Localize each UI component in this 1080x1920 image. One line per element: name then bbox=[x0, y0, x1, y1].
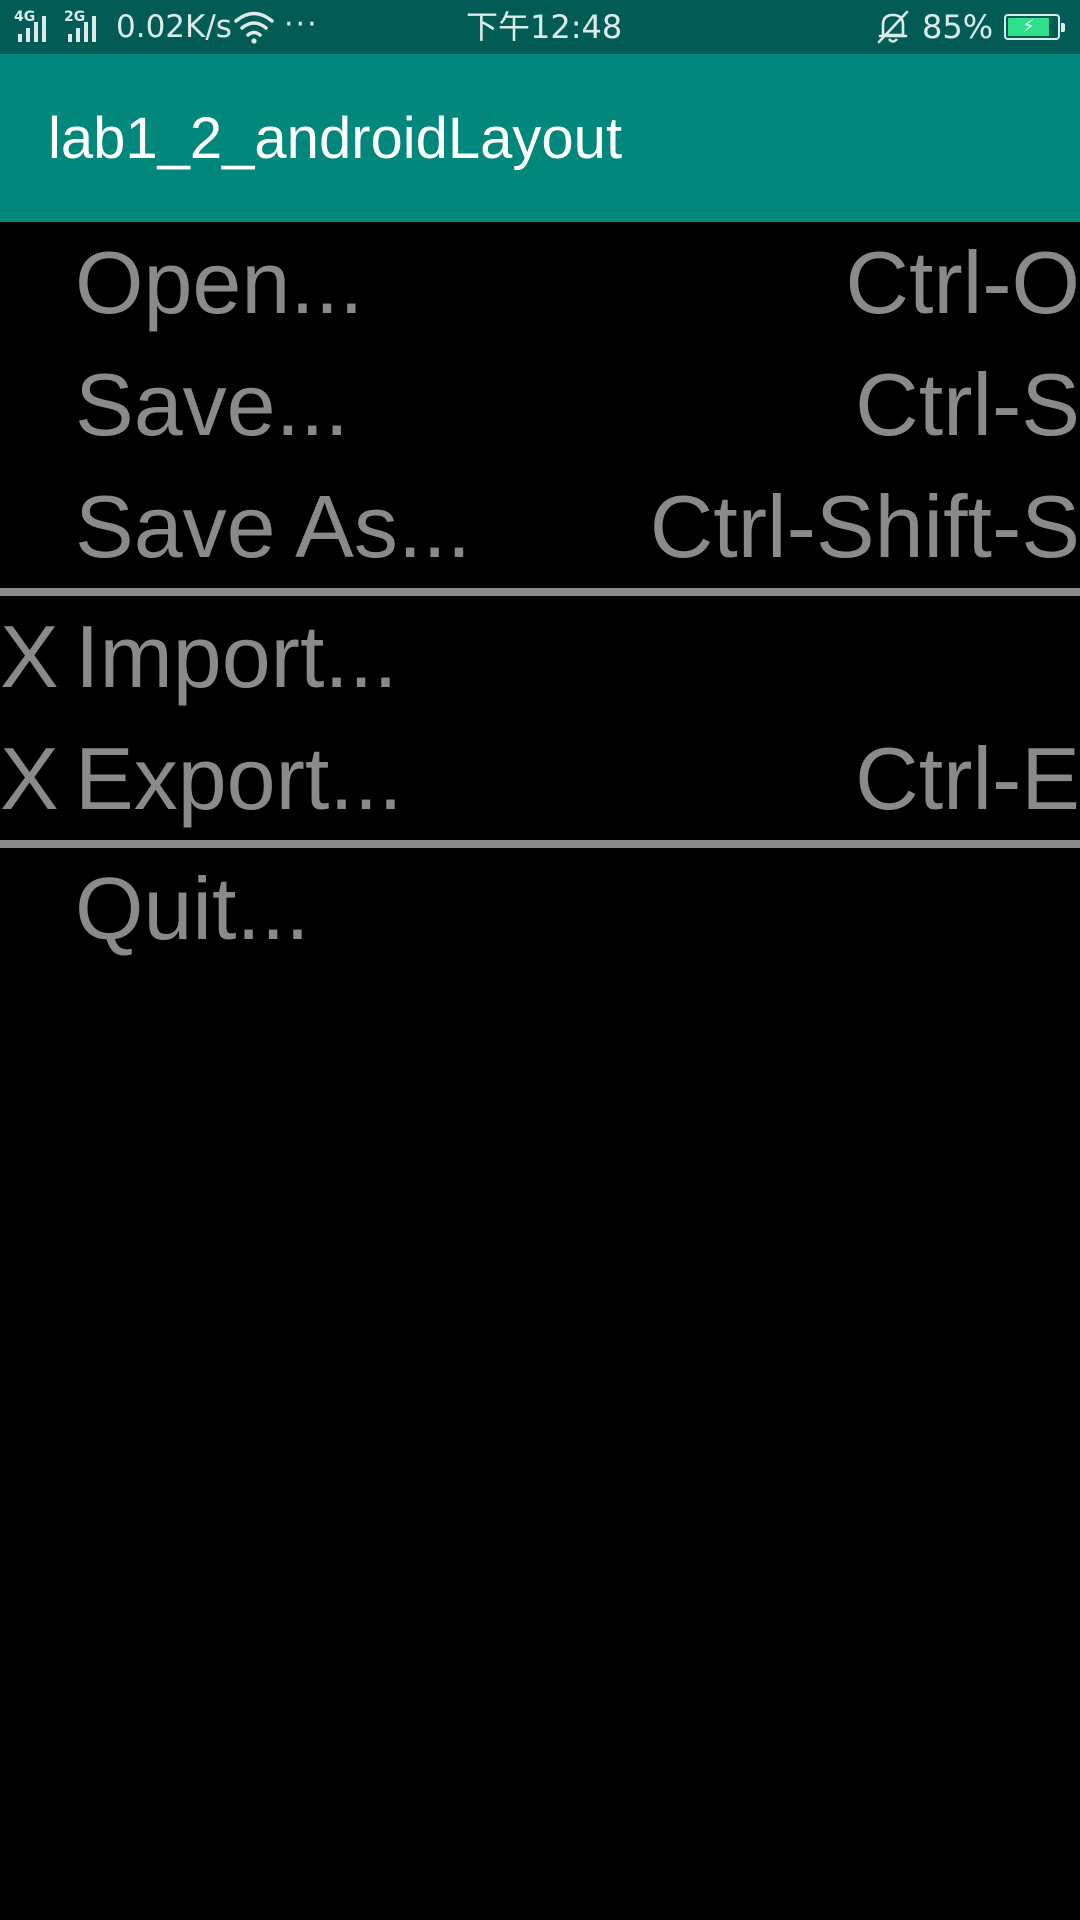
menu-item-label: Open... bbox=[75, 233, 364, 332]
app-bar: lab1_2_androidLayout bbox=[0, 54, 1080, 222]
menu-item-label: Import... bbox=[75, 607, 398, 706]
signal-icon: 4G bbox=[14, 10, 58, 42]
menu-item-save-as[interactable]: Save As... Ctrl-Shift-S bbox=[0, 466, 1080, 588]
menu-divider bbox=[0, 588, 1080, 596]
wifi-icon bbox=[234, 11, 274, 44]
menu-item-mark: X bbox=[0, 607, 59, 706]
menu-item-export[interactable]: X Export... Ctrl-E bbox=[0, 718, 1080, 840]
menu-item-import[interactable]: X Import... bbox=[0, 596, 1080, 718]
bell-muted-icon bbox=[877, 10, 909, 44]
menu-item-label: Quit... bbox=[75, 859, 310, 958]
menu-item-shortcut: Ctrl-Shift-S bbox=[649, 477, 1080, 576]
menu-item-save[interactable]: Save... Ctrl-S bbox=[0, 344, 1080, 466]
menu-item-shortcut: Ctrl-E bbox=[855, 729, 1080, 828]
menu-item-label: Export... bbox=[75, 729, 403, 828]
menu-item-label: Save As... bbox=[75, 477, 472, 576]
menu-item-shortcut: Ctrl-S bbox=[855, 355, 1080, 454]
app-title: lab1_2_androidLayout bbox=[48, 106, 623, 171]
menu-item-label: Save... bbox=[75, 355, 349, 454]
more-icon: ··· bbox=[284, 7, 319, 42]
battery-level-fill: ⚡ bbox=[1008, 18, 1049, 36]
menu-item-open[interactable]: Open... Ctrl-O bbox=[0, 222, 1080, 344]
signal-icon: 2G bbox=[64, 10, 108, 42]
battery-percentage: 85% bbox=[922, 8, 994, 46]
network-speed: 0.02K/s bbox=[116, 9, 232, 45]
clock: 下午12:48 bbox=[466, 8, 623, 46]
menu-divider bbox=[0, 840, 1080, 848]
battery-icon: ⚡ bbox=[1004, 14, 1065, 40]
status-bar: 4G 2G 0.02K/s ··· 下午12:48 85% ⚡ bbox=[0, 0, 1080, 54]
file-menu: Open... Ctrl-O Save... Ctrl-S Save As...… bbox=[0, 222, 1080, 970]
charging-icon: ⚡ bbox=[1022, 16, 1035, 37]
menu-item-shortcut: Ctrl-O bbox=[845, 233, 1080, 332]
menu-item-mark: X bbox=[0, 729, 59, 828]
menu-item-quit[interactable]: Quit... bbox=[0, 848, 1080, 970]
